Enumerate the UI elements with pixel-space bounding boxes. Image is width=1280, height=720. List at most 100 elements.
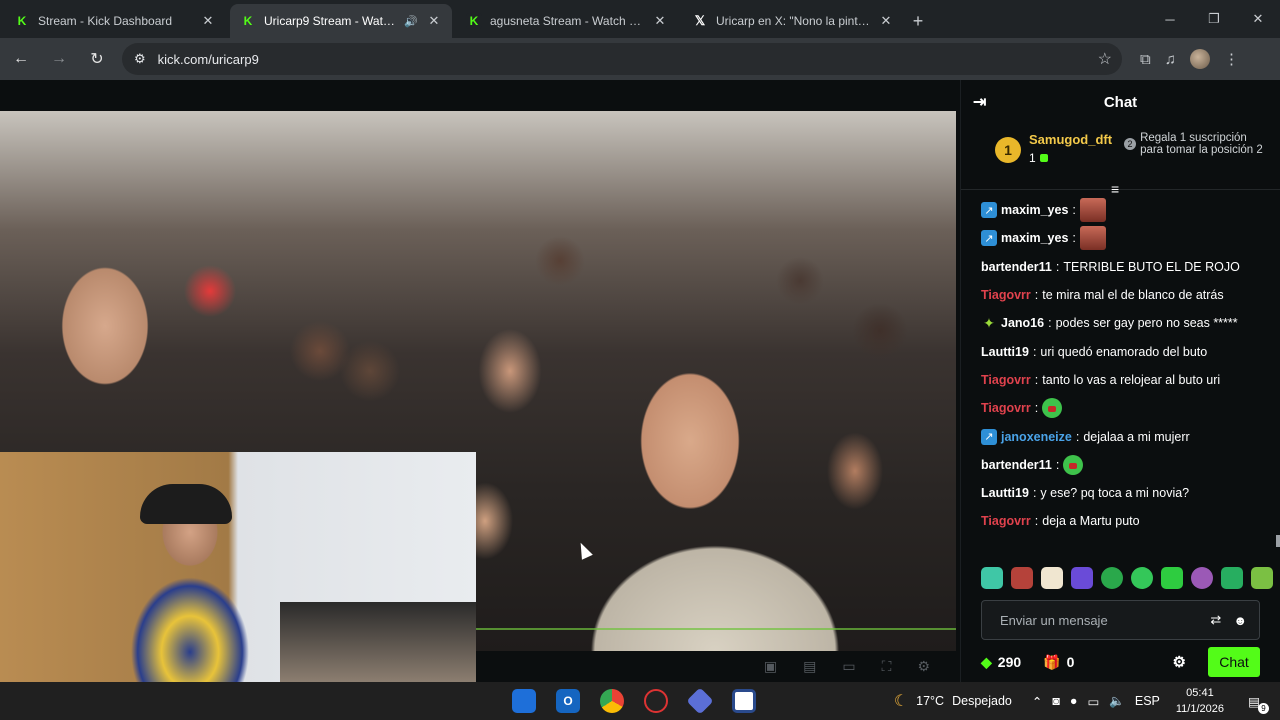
collapse-chat-icon[interactable]: ⇥	[973, 92, 986, 112]
speaker-icon[interactable]: 🔊	[404, 15, 418, 28]
address-bar[interactable]: ⚙ kick.com/uricarp9 ☆	[122, 43, 1122, 75]
gifts-value: 0	[1066, 654, 1075, 670]
chat-username[interactable]: bartender11	[981, 458, 1052, 472]
message-input[interactable]	[1000, 612, 1199, 628]
chat-username[interactable]: maxim_yes	[1001, 203, 1068, 217]
network-icon[interactable]: ▭	[1087, 694, 1099, 709]
close-icon[interactable]: ✕	[652, 13, 668, 29]
minimize-button[interactable]: ─	[1148, 0, 1192, 38]
profile-avatar[interactable]	[1189, 49, 1210, 69]
menu-icon[interactable]: ⋮	[1224, 50, 1239, 68]
kick-logo-icon: K	[466, 13, 482, 29]
video-progress-line	[476, 628, 956, 630]
translate-icon[interactable]: ⇄	[1210, 612, 1221, 628]
obs-icon[interactable]	[644, 689, 668, 713]
gift-prompt[interactable]: 2 Regala 1 suscripción para tomar la pos…	[1124, 132, 1264, 156]
top-gifter-count: 1	[1029, 151, 1112, 165]
windows-taskbar: O ☾ 17°C Despejado ⌃ ◙ ● ▭ 🔈 ESP 05:41 1…	[0, 682, 1280, 720]
username-separator: :	[1075, 429, 1080, 444]
volume-icon[interactable]: 🔈	[1109, 694, 1125, 709]
chat-message-text: podes ser gay pero no seas *****	[1055, 316, 1238, 331]
chat-username[interactable]: Jano16	[1001, 316, 1044, 330]
emote-shortcut[interactable]	[1221, 567, 1243, 589]
chat-username[interactable]: janoxeneize	[1001, 430, 1072, 444]
chat-username[interactable]: maxim_yes	[1001, 231, 1068, 245]
weather-temp: 17°C	[916, 694, 945, 708]
theater-mode-icon[interactable]: ▭	[842, 658, 855, 675]
green-blob-emote	[1063, 454, 1084, 475]
language-indicator[interactable]: ESP	[1135, 694, 1160, 708]
fullscreen-icon[interactable]: ⛶	[882, 658, 892, 675]
outlook-icon[interactable]: O	[556, 689, 580, 713]
restore-button[interactable]: ❐	[1192, 0, 1236, 38]
site-info-icon[interactable]: ⚙	[134, 51, 146, 67]
clock-date: 11/1/2026	[1175, 703, 1224, 715]
emote-shortcut[interactable]	[1011, 567, 1033, 589]
extensions-icon[interactable]: ⧉	[1140, 51, 1151, 68]
username-separator: :	[1032, 344, 1037, 359]
emote-shortcut[interactable]	[1101, 567, 1123, 589]
reload-button[interactable]: ↻	[80, 42, 114, 76]
chat-username[interactable]: Lautti19	[981, 486, 1029, 500]
streamer-cap	[140, 484, 232, 524]
subscriber-badge-icon[interactable]: ↗	[981, 202, 997, 219]
emote-shortcut[interactable]	[981, 567, 1003, 589]
emote-shortcut[interactable]	[1251, 567, 1273, 589]
chat-message-text: y ese? pq toca a mi novia?	[1040, 486, 1190, 501]
gifts[interactable]: 🎁 0	[1043, 654, 1074, 671]
filter-icon[interactable]: ≡	[1111, 181, 1119, 197]
camera-icon[interactable]: ◙	[1052, 694, 1060, 708]
chat-panel: ⇥ Chat 1 Samugod_dft 1 2 Regala 1 suscri…	[960, 80, 1280, 682]
send-chat-button[interactable]: Chat	[1208, 647, 1260, 677]
chevron-up-icon[interactable]: ⌃	[1032, 694, 1042, 709]
close-icon[interactable]: ✕	[426, 13, 442, 29]
scrollbar-thumb[interactable]	[1276, 535, 1280, 547]
chat-username[interactable]: Tiagovrr	[981, 373, 1031, 387]
channel-points[interactable]: ◆ 290	[981, 654, 1021, 671]
back-button[interactable]: ←	[4, 42, 38, 76]
chat-message: Tiagovrr: tanto lo vas a relojear al buto…	[981, 366, 1280, 394]
new-tab-button[interactable]: +	[904, 4, 932, 38]
emote-shortcut[interactable]	[1071, 567, 1093, 589]
clip-icon[interactable]: ▤	[803, 658, 816, 675]
close-icon[interactable]: ✕	[878, 13, 894, 29]
vscode-icon[interactable]	[686, 687, 714, 715]
tab-agusneta-stream[interactable]: K agusneta Stream - Watch Live o ✕	[456, 4, 678, 38]
emote-shortcut[interactable]	[1131, 567, 1153, 589]
chat-username[interactable]: Tiagovrr	[981, 514, 1031, 528]
username-separator: :	[1034, 372, 1039, 387]
chat-message: ↗ janoxeneize: dejalaa a mi mujerr	[981, 422, 1280, 450]
notifications-icon[interactable]: ▤ 9	[1244, 691, 1269, 714]
forward-button[interactable]: →	[42, 42, 76, 76]
emote-shortcut[interactable]	[1191, 567, 1213, 589]
chat-settings-icon[interactable]: ⚙	[1173, 653, 1186, 671]
clock[interactable]: 05:41 11/1/2026	[1176, 685, 1224, 717]
chrome-icon[interactable]	[600, 689, 624, 713]
chat-username[interactable]: Tiagovrr	[981, 288, 1031, 302]
close-window-button[interactable]: ✕	[1236, 0, 1280, 38]
chat-username[interactable]: bartender11	[981, 260, 1052, 274]
close-icon[interactable]: ✕	[200, 13, 216, 29]
chat-username[interactable]: Tiagovrr	[981, 401, 1031, 415]
windows-store-icon[interactable]	[512, 689, 536, 713]
bookmark-star-icon[interactable]: ☆	[1098, 49, 1112, 69]
emote-shortcut[interactable]	[1161, 567, 1183, 589]
tab-kick-dashboard[interactable]: K Stream - Kick Dashboard ✕	[4, 4, 226, 38]
chat-input[interactable]: ⇄ ☻	[981, 600, 1260, 640]
app-icon[interactable]	[732, 689, 756, 713]
settings-gear-icon[interactable]: ⚙	[917, 658, 930, 675]
subscriber-badge-icon[interactable]: ↗	[981, 428, 997, 445]
emoji-icon[interactable]: ☻	[1233, 613, 1247, 628]
chat-username[interactable]: Lautti19	[981, 345, 1029, 359]
tab-x-post[interactable]: 𝕏 Uricarp en X: "Nono la pinta de ✕	[682, 4, 904, 38]
green-blob-emote	[1042, 398, 1063, 419]
media-controls-icon[interactable]: ♫	[1165, 51, 1176, 68]
weather-widget[interactable]: ☾ 17°C Despejado	[894, 691, 1012, 711]
tab-uricarp9-stream[interactable]: K Uricarp9 Stream - Watch Live 🔊 ✕	[230, 4, 452, 38]
pip-icon[interactable]: ▣	[764, 658, 777, 675]
subscriber-badge-icon[interactable]: ↗	[981, 230, 997, 247]
emote-shortcut[interactable]	[1041, 567, 1063, 589]
vip-badge-icon[interactable]: ✦	[981, 315, 997, 331]
top-gifter[interactable]: Samugod_dft 1	[1029, 132, 1112, 165]
microphone-icon[interactable]: ●	[1070, 694, 1078, 708]
